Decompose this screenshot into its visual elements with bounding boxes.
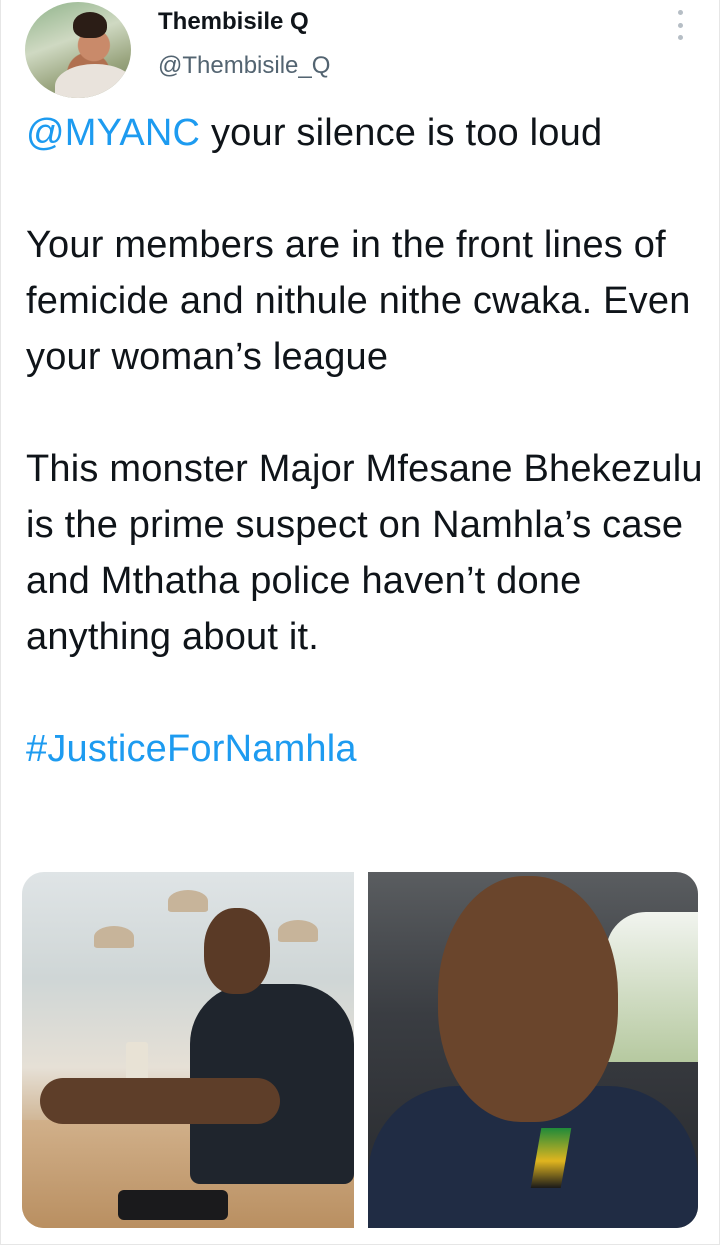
tweet-line-1: @MYANC your silence is too loud	[26, 105, 706, 161]
more-dot	[677, 22, 683, 28]
tweet-paragraph-3: This monster Major Mfesane Bhekezulu is …	[26, 448, 703, 658]
mention-link[interactable]: @MYANC	[26, 112, 200, 154]
lamp-shape	[94, 926, 134, 948]
author-handle[interactable]: @Thembisile_Q	[158, 52, 330, 80]
tweet-photo-1[interactable]	[22, 872, 354, 1228]
more-vertical-icon[interactable]	[672, 10, 688, 40]
lamp-shape	[278, 920, 318, 942]
person-head-shape	[204, 908, 270, 994]
author-avatar[interactable]	[25, 2, 131, 98]
avatar-hair	[73, 12, 107, 38]
tweet-paragraph-2: Your members are in the front lines of f…	[26, 224, 691, 378]
hashtag-line: #JusticeForNamhla	[26, 721, 706, 777]
more-dot	[677, 10, 683, 15]
tweet-photo-2[interactable]	[368, 872, 698, 1228]
tweet-body: @MYANC your silence is too loud Your mem…	[26, 105, 706, 777]
lamp-shape	[168, 890, 208, 912]
phone-shape	[118, 1190, 228, 1220]
person-arm-shape	[40, 1078, 280, 1124]
person-head-shape	[438, 876, 618, 1122]
hashtag-link[interactable]: #JusticeForNamhla	[26, 728, 357, 770]
avatar-shoulder	[55, 64, 131, 98]
author-display-name[interactable]: Thembisile Q	[158, 8, 309, 36]
tweet-line-1-text: your silence is too loud	[200, 112, 603, 154]
tweet-media	[22, 872, 698, 1228]
car-window-shape	[606, 912, 698, 1062]
more-dot	[677, 35, 683, 40]
